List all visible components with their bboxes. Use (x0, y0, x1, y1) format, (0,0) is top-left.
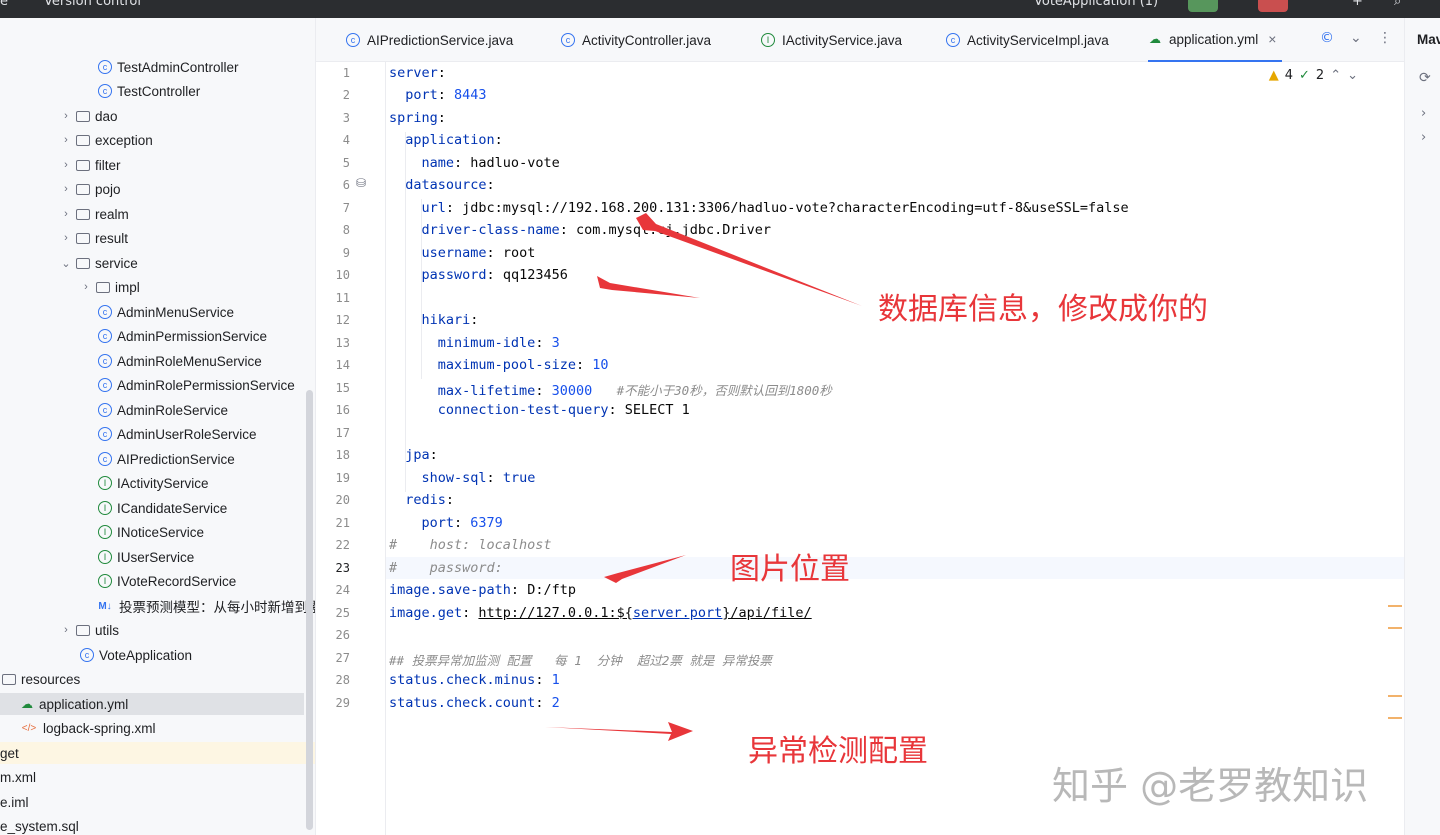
annotation-check-config: 异常检测配置 (748, 734, 928, 769)
annotation-db-info: 数据库信息，修改成你的 (878, 292, 1208, 327)
annotation-arrows (545, 213, 862, 741)
ide-window: e Version control VoteApplication (1) + … (0, 0, 1440, 835)
arrow-db-url (636, 213, 862, 306)
annotation-image-location: 图片位置 (730, 552, 850, 587)
watermark: 知乎 @老罗教知识 (1052, 764, 1369, 808)
arrow-check-config (545, 722, 693, 741)
arrow-db-password (597, 276, 700, 298)
arrow-image-path (604, 555, 686, 583)
